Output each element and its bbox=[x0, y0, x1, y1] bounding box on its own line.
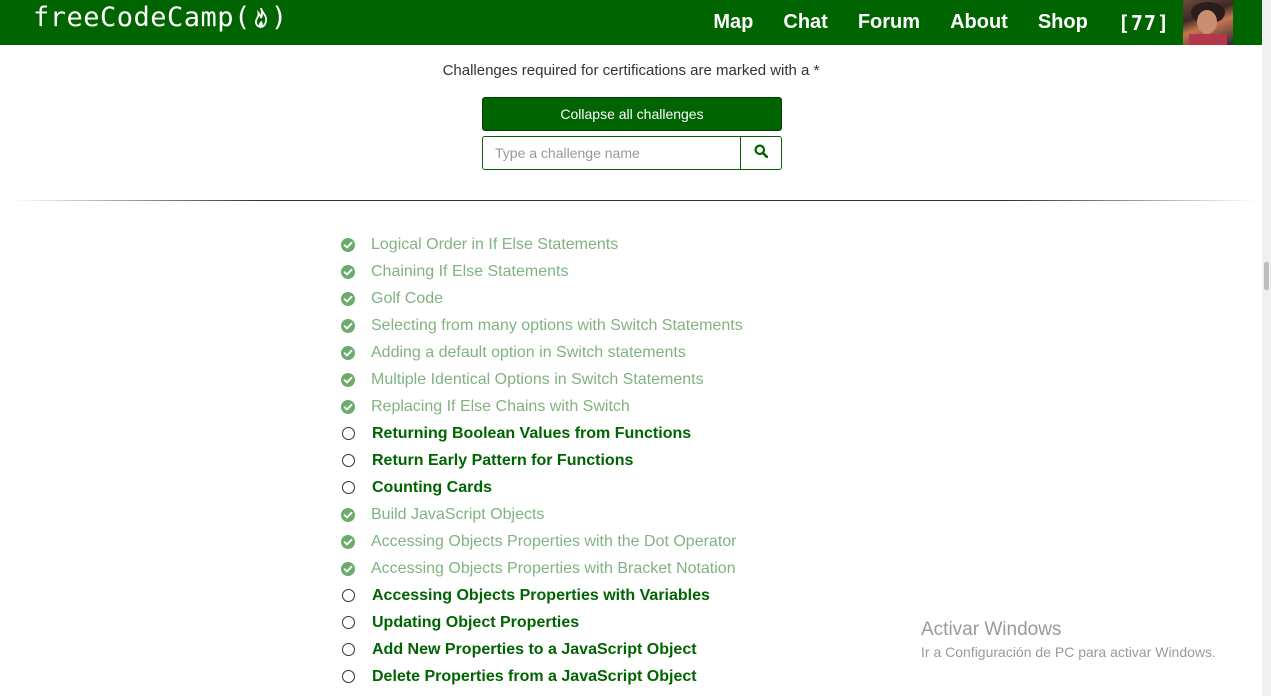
challenge-item[interactable]: Add New Properties to a JavaScript Objec… bbox=[340, 636, 743, 663]
user-avatar[interactable] bbox=[1183, 0, 1233, 45]
empty-circle-icon bbox=[342, 643, 355, 656]
check-circle-icon bbox=[341, 399, 355, 414]
check-circle-icon bbox=[341, 534, 355, 549]
windows-activation-watermark: Activar Windows Ir a Configuración de PC… bbox=[921, 619, 1216, 660]
challenge-item[interactable]: Accessing Objects Properties with Bracke… bbox=[340, 555, 743, 582]
search-input[interactable] bbox=[483, 137, 740, 169]
scrollbar-thumb[interactable] bbox=[1264, 262, 1269, 290]
challenge-title[interactable]: Delete Properties from a JavaScript Obje… bbox=[372, 668, 697, 686]
challenge-title[interactable]: Counting Cards bbox=[372, 479, 492, 497]
check-circle-icon bbox=[341, 291, 355, 306]
top-navbar: freeCodeCamp() Map Chat Forum About Shop… bbox=[0, 0, 1262, 45]
challenge-item[interactable]: Selecting from many options with Switch … bbox=[340, 312, 743, 339]
nav-link-chat[interactable]: Chat bbox=[783, 11, 827, 34]
challenge-title[interactable]: Multiple Identical Options in Switch Sta… bbox=[371, 371, 704, 389]
empty-circle-icon bbox=[342, 427, 355, 440]
challenge-item[interactable]: Chaining If Else Statements bbox=[340, 258, 743, 285]
challenge-title[interactable]: Logical Order in If Else Statements bbox=[371, 236, 618, 254]
check-circle-icon bbox=[341, 507, 355, 522]
empty-circle-icon bbox=[342, 670, 355, 683]
challenge-item[interactable]: Logical Order in If Else Statements bbox=[340, 231, 743, 258]
challenge-item[interactable]: Multiple Identical Options in Switch Sta… bbox=[340, 366, 743, 393]
section-divider bbox=[12, 200, 1257, 201]
watermark-title: Activar Windows bbox=[921, 619, 1062, 640]
challenge-title[interactable]: Golf Code bbox=[371, 290, 443, 308]
challenge-title[interactable]: Selecting from many options with Switch … bbox=[371, 317, 743, 335]
empty-circle-icon bbox=[342, 616, 355, 629]
challenge-item[interactable]: Delete Properties from a JavaScript Obje… bbox=[340, 663, 743, 690]
challenge-title[interactable]: Build JavaScript Objects bbox=[371, 506, 544, 524]
challenge-item[interactable]: Returning Boolean Values from Functions bbox=[340, 420, 743, 447]
flame-icon bbox=[252, 5, 270, 36]
certification-notice: Challenges required for certifications a… bbox=[442, 62, 820, 79]
challenge-title[interactable]: Add New Properties to a JavaScript Objec… bbox=[372, 641, 697, 659]
challenge-item[interactable]: Accessing Objects Properties with the Do… bbox=[340, 528, 743, 555]
nav-link-about[interactable]: About bbox=[950, 11, 1008, 34]
empty-circle-icon bbox=[342, 454, 355, 467]
brand-text-suffix: ) bbox=[270, 2, 288, 33]
empty-circle-icon bbox=[342, 589, 355, 602]
challenge-list: Logical Order in If Else Statements Chain… bbox=[340, 231, 743, 690]
challenge-item[interactable]: Adding a default option in Switch statem… bbox=[340, 339, 743, 366]
nav-link-map[interactable]: Map bbox=[713, 11, 753, 34]
challenge-title[interactable]: Updating Object Properties bbox=[372, 614, 579, 632]
challenge-item[interactable]: Return Early Pattern for Functions bbox=[340, 447, 743, 474]
points-counter[interactable]: [77] bbox=[1118, 11, 1170, 35]
check-circle-icon bbox=[341, 345, 355, 360]
watermark-subtitle: Ir a Configuración de PC para activar Wi… bbox=[921, 644, 1216, 660]
challenge-item[interactable]: Build JavaScript Objects bbox=[340, 501, 743, 528]
brand-logo[interactable]: freeCodeCamp() bbox=[33, 2, 288, 36]
brand-text-prefix: freeCodeCamp( bbox=[33, 2, 251, 33]
challenge-item[interactable]: Counting Cards bbox=[340, 474, 743, 501]
challenge-title[interactable]: Chaining If Else Statements bbox=[371, 263, 568, 281]
challenge-title[interactable]: Adding a default option in Switch statem… bbox=[371, 344, 686, 362]
check-circle-icon bbox=[341, 318, 355, 333]
search-button[interactable] bbox=[740, 137, 781, 169]
nav-links: Map Chat Forum About Shop [77] bbox=[683, 0, 1170, 45]
empty-circle-icon bbox=[342, 481, 355, 494]
challenge-title[interactable]: Replacing If Else Chains with Switch bbox=[371, 398, 630, 416]
avatar-shirt bbox=[1189, 34, 1227, 45]
challenge-item[interactable]: Accessing Objects Properties with Variab… bbox=[340, 582, 743, 609]
check-circle-icon bbox=[341, 372, 355, 387]
search-icon bbox=[754, 144, 769, 163]
avatar-face bbox=[1197, 10, 1217, 34]
challenge-title[interactable]: Accessing Objects Properties with Bracke… bbox=[371, 560, 736, 578]
challenge-title[interactable]: Returning Boolean Values from Functions bbox=[372, 425, 691, 443]
challenge-item[interactable]: Golf Code bbox=[340, 285, 743, 312]
vertical-scrollbar[interactable] bbox=[1262, 0, 1271, 696]
challenge-item[interactable]: Replacing If Else Chains with Switch bbox=[340, 393, 743, 420]
challenge-title[interactable]: Accessing Objects Properties with Variab… bbox=[372, 587, 710, 605]
challenge-title[interactable]: Return Early Pattern for Functions bbox=[372, 452, 633, 470]
challenge-search bbox=[482, 136, 782, 170]
check-circle-icon bbox=[341, 237, 355, 252]
challenge-title[interactable]: Accessing Objects Properties with the Do… bbox=[371, 533, 737, 551]
nav-link-forum[interactable]: Forum bbox=[858, 11, 920, 34]
nav-link-shop[interactable]: Shop bbox=[1038, 11, 1088, 34]
collapse-all-button[interactable]: Collapse all challenges bbox=[482, 97, 782, 131]
check-circle-icon bbox=[341, 561, 355, 576]
challenge-item[interactable]: Updating Object Properties bbox=[340, 609, 743, 636]
check-circle-icon bbox=[341, 264, 355, 279]
